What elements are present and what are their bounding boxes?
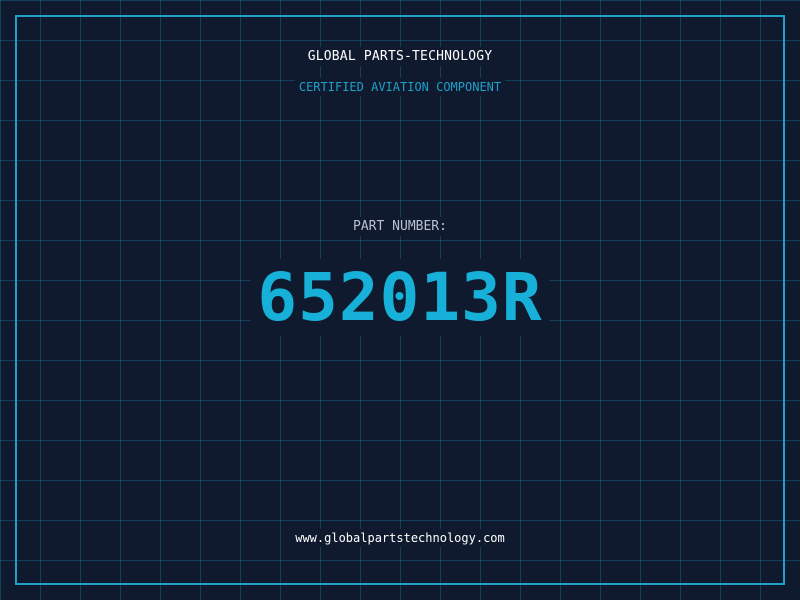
tagline-text: CERTIFIED AVIATION COMPONENT: [294, 78, 506, 96]
label-card: GLOBAL PARTS-TECHNOLOGY CERTIFIED AVIATI…: [0, 0, 800, 600]
part-number-value: 652013R: [251, 259, 549, 336]
tagline: CERTIFIED AVIATION COMPONENT: [0, 78, 800, 96]
part-number: 652013R: [0, 258, 800, 338]
company-name-text: GLOBAL PARTS-TECHNOLOGY: [303, 47, 497, 66]
website-url: www.globalpartstechnology.com: [0, 529, 800, 547]
website-url-text: www.globalpartstechnology.com: [291, 529, 509, 547]
company-name: GLOBAL PARTS-TECHNOLOGY: [0, 47, 800, 66]
part-number-label: PART NUMBER:: [0, 217, 800, 236]
part-number-label-text: PART NUMBER:: [349, 217, 451, 236]
